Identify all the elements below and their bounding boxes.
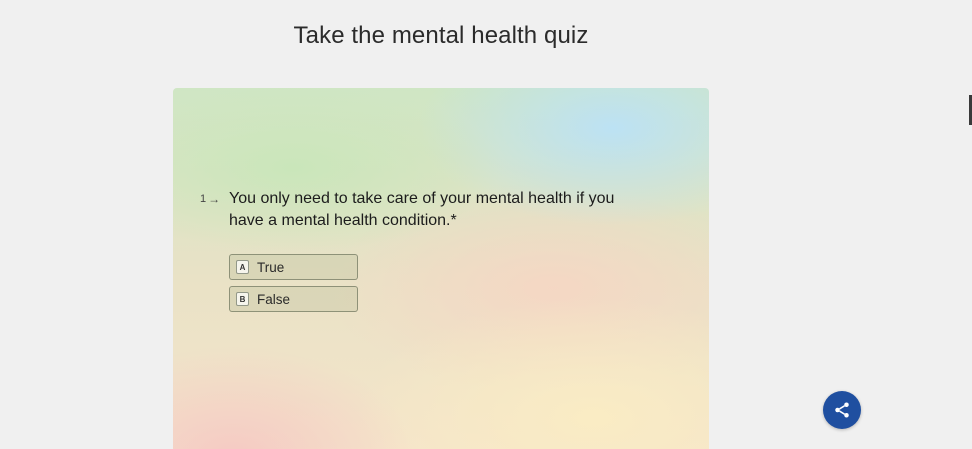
question-number: 1 → (200, 192, 220, 206)
choice-false[interactable]: B False (229, 286, 358, 312)
question-number-value: 1 (200, 193, 207, 205)
arrow-right-icon: → (208, 192, 221, 206)
choice-list: A True B False (229, 254, 358, 312)
question-text: You only need to take care of your menta… (229, 190, 615, 229)
share-button[interactable] (823, 391, 861, 429)
choice-label-true: True (257, 259, 285, 275)
choice-label-false: False (257, 291, 291, 307)
choice-key-b: B (236, 292, 249, 306)
question-block: 1 → You only need to take care of your m… (200, 188, 680, 232)
page-title: Take the mental health quiz (293, 22, 589, 49)
quiz-card: 1 → You only need to take care of your m… (173, 88, 709, 449)
choice-key-a: A (236, 260, 249, 274)
page: Take the mental health quiz 1 → You only… (0, 0, 972, 449)
share-icon (835, 402, 849, 418)
choice-true[interactable]: A True (229, 254, 358, 280)
